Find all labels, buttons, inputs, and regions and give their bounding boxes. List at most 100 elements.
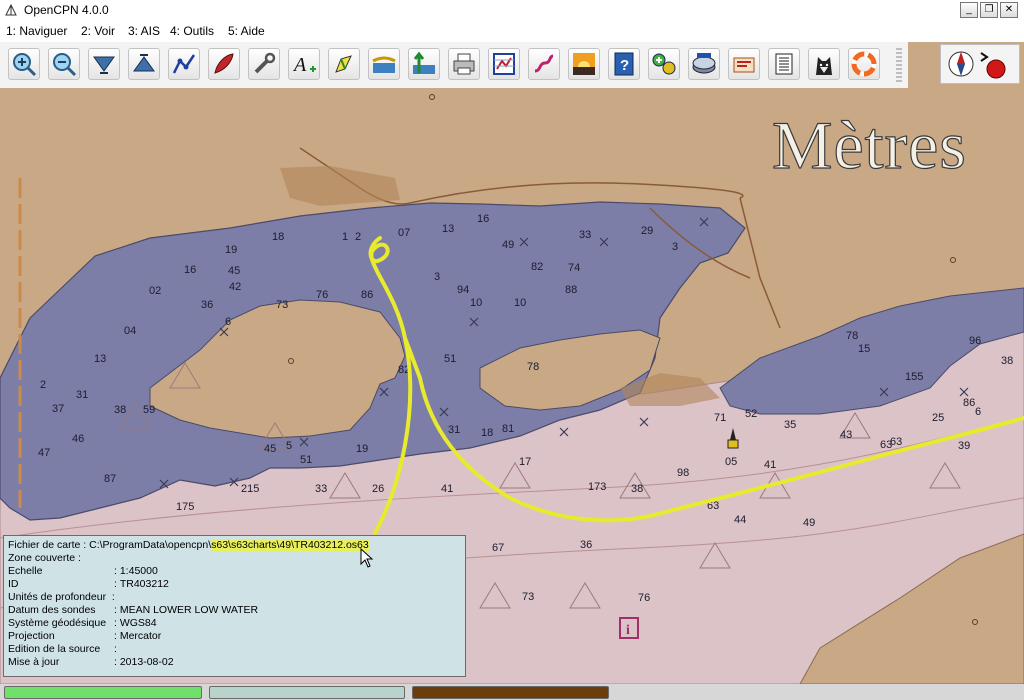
- info-row-edition: Edition de la source: [8, 643, 100, 655]
- zoom-in-button[interactable]: [8, 48, 40, 80]
- window-title: OpenCPN 4.0.0: [24, 3, 109, 17]
- minimize-button[interactable]: _: [960, 2, 978, 18]
- depth-sounding-label: 63: [880, 439, 892, 451]
- depth-unit-label: Mètres: [771, 106, 967, 183]
- dog-button[interactable]: [808, 48, 840, 80]
- depth-sounding-label: 38: [631, 483, 643, 495]
- info-value-highlight: s63\s63charts\49\TR403212.os63: [211, 539, 369, 551]
- depth-sounding-label: 36: [580, 539, 592, 551]
- info-value: C:\ProgramData\opencpn\: [89, 539, 212, 551]
- depth-sounding-label: 1: [342, 231, 348, 243]
- info-sep: :: [83, 539, 87, 551]
- sunrise-icon: [573, 53, 595, 75]
- help-button[interactable]: ?: [608, 48, 640, 80]
- depth-sounding-label: 87: [104, 473, 116, 485]
- ais-grib-button[interactable]: [648, 48, 680, 80]
- depth-sounding-label: 52: [745, 408, 757, 420]
- route-icon: [172, 54, 196, 74]
- pencil-mark-icon: [335, 55, 352, 73]
- sunrise-button[interactable]: [568, 48, 600, 80]
- status-segment-3: [412, 686, 609, 699]
- depth-sounding-label: 73: [522, 591, 534, 603]
- maximize-button[interactable]: ❐: [980, 2, 998, 18]
- text-doc-button[interactable]: [768, 48, 800, 80]
- depth-sounding-label: 82: [531, 261, 543, 273]
- info-value-edition: :: [114, 643, 117, 655]
- current-tide-button[interactable]: [368, 48, 400, 80]
- svg-text:i: i: [626, 623, 630, 638]
- route-button[interactable]: [168, 48, 200, 80]
- info-row-update: Mise à jour: [8, 656, 59, 668]
- settings-tools-button[interactable]: [248, 48, 280, 80]
- scale-up-button[interactable]: [128, 48, 160, 80]
- close-button[interactable]: ✕: [1000, 2, 1018, 18]
- print-icon: [453, 53, 475, 75]
- pencil-mark-button[interactable]: [328, 48, 360, 80]
- depth-sounding-label: 215: [241, 483, 259, 495]
- info-key: Mise à jour: [8, 656, 60, 668]
- depth-sounding-label: 5: [286, 440, 292, 452]
- scale-up-icon: [133, 54, 155, 72]
- depth-sounding-label: 155: [905, 371, 923, 383]
- info-sep: :: [114, 617, 117, 629]
- mouse-cursor-icon: [360, 548, 374, 568]
- depth-sounding-label: 43: [840, 429, 852, 441]
- depth-sounding-label: 18: [481, 427, 493, 439]
- boat-button[interactable]: [208, 48, 240, 80]
- depth-sounding-label: 94: [457, 284, 469, 296]
- title-bar: OpenCPN 4.0.0 _ ❐ ✕: [0, 0, 1024, 21]
- info-value-scale: : 1:45000: [114, 565, 158, 577]
- depth-sounding-label: 37: [52, 403, 64, 415]
- info-key: Système géodésique: [8, 617, 107, 629]
- print-button[interactable]: [448, 48, 480, 80]
- menu-aide[interactable]: 5: Aide: [228, 24, 265, 38]
- chart-dl-icon: [692, 53, 716, 74]
- info-row-depth-units: Unités de profondeur :: [8, 591, 115, 603]
- depth-sounding-label: 31: [76, 389, 88, 401]
- info-sep: :: [114, 643, 117, 655]
- svg-text:?: ?: [620, 57, 629, 74]
- depth-sounding-label: 13: [442, 223, 454, 235]
- tools-button[interactable]: [728, 48, 760, 80]
- depth-sounding-label: 45: [228, 265, 240, 277]
- menu-ais[interactable]: 3: AIS: [128, 24, 160, 38]
- depth-sounding-label: 39: [958, 440, 970, 452]
- zoom-out-button[interactable]: [48, 48, 80, 80]
- lifebuoy-button[interactable]: [848, 48, 880, 80]
- menu-outils[interactable]: 4: Outils: [170, 24, 214, 38]
- depth-sounding-label: 38: [114, 404, 126, 416]
- depth-sounding-label: 19: [225, 244, 237, 256]
- depth-sounding-label: 46: [72, 433, 84, 445]
- depth-sounding-label: 59: [143, 404, 155, 416]
- menu-naviguer[interactable]: 1: Naviguer: [6, 24, 67, 38]
- info-sep: :: [114, 565, 117, 577]
- chart-download-button[interactable]: [688, 48, 720, 80]
- track-button[interactable]: [528, 48, 560, 80]
- info-value-id: : TR403212: [114, 578, 169, 590]
- tide-arrow-button[interactable]: [408, 48, 440, 80]
- depth-sounding-label: 67: [492, 542, 504, 554]
- depth-sounding-label: 38: [1001, 355, 1013, 367]
- zoom-out-icon: [53, 53, 77, 77]
- info-value-geodetic: : WGS84: [114, 617, 157, 629]
- depth-sounding-label: 76: [316, 289, 328, 301]
- depth-sounding-label: 44: [734, 514, 746, 526]
- compass-icon: [948, 51, 1006, 79]
- info-value: Mercator: [119, 630, 162, 642]
- depth-sounding-label: 73: [276, 299, 288, 311]
- info-sep: :: [114, 656, 117, 668]
- scale-down-icon: [93, 56, 115, 74]
- compass-widget[interactable]: [940, 44, 1020, 84]
- depth-sounding-label: 19: [356, 443, 368, 455]
- depth-sounding-label: 07: [398, 227, 410, 239]
- text-annotation-button[interactable]: A: [288, 48, 320, 80]
- route-manager-button[interactable]: [488, 48, 520, 80]
- menu-voir[interactable]: 2: Voir: [81, 24, 115, 38]
- depth-sounding-label: 10: [470, 297, 482, 309]
- scale-down-button[interactable]: [88, 48, 120, 80]
- toolbar-grip[interactable]: [896, 48, 902, 82]
- boat-icon: [214, 53, 234, 74]
- depth-sounding-label: 81: [502, 423, 514, 435]
- status-segment-1: [4, 686, 202, 699]
- depth-sounding-label: 25: [932, 412, 944, 424]
